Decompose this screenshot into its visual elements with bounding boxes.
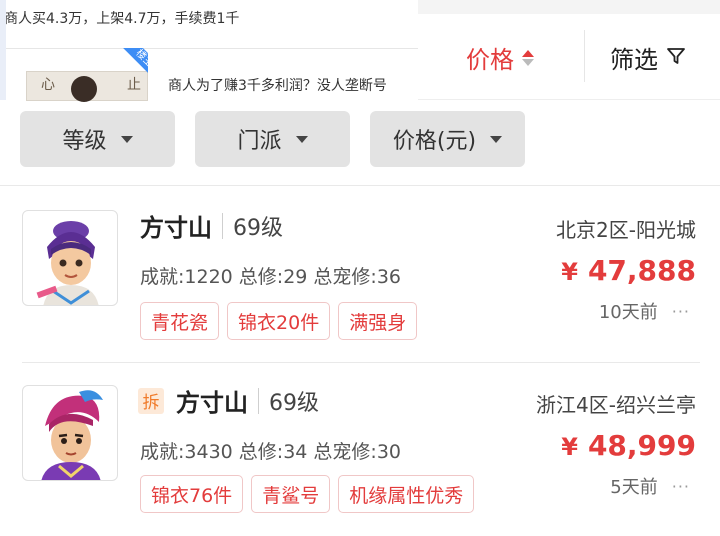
name-divider	[258, 387, 259, 414]
feature-tag: 青鲨号	[251, 475, 331, 513]
filter-price-dropdown[interactable]: 价格(元)	[370, 111, 525, 167]
listing-name-line: 方寸山 69级	[140, 208, 283, 243]
filter-price-label: 价格(元)	[392, 129, 477, 154]
popup-title[interactable]: 商人买4.3万，上架4.7万，手续费1千	[4, 8, 239, 28]
filter-button[interactable]: 筛选	[610, 40, 686, 75]
filter-label: 筛选	[610, 46, 658, 74]
tag-list: 锦衣76件 青鲨号 机缘属性优秀	[140, 475, 475, 513]
listing-price: ¥47,888	[561, 254, 696, 287]
more-dots-icon[interactable]: ···	[672, 302, 690, 321]
popup-card[interactable]: 心 止 商人为了赚3千多利润？没人垄断号	[0, 48, 418, 102]
op-ribbon-label: 楼主	[117, 48, 148, 86]
listed-time: 10天前	[598, 302, 658, 323]
split-badge: 拆	[138, 387, 164, 414]
listing-time: 10天前 ···	[599, 298, 690, 324]
character-stats: 成就:1220 总修:29 总宠修:36	[140, 266, 401, 288]
feature-tag: 满强身	[338, 302, 418, 340]
caret-down-icon	[490, 135, 503, 143]
filter-funnel-icon	[666, 44, 686, 72]
character-avatar[interactable]	[22, 210, 118, 306]
sort-arrows-icon	[522, 49, 534, 66]
sort-bar: 价格 筛选	[418, 14, 720, 100]
filter-level-dropdown[interactable]: 等级	[20, 111, 175, 167]
character-avatar[interactable]	[22, 385, 118, 481]
op-ribbon: 楼主	[106, 48, 148, 90]
filter-school-label: 门派	[237, 129, 282, 154]
feature-tag: 锦衣76件	[140, 475, 244, 513]
server-name: 北京2区-阳光城	[556, 218, 696, 242]
caret-down-icon	[120, 135, 133, 143]
sort-divider	[584, 30, 585, 82]
popup-overlay[interactable]: 商人买4.3万，上架4.7万，手续费1千 心 止 商人为了赚3千多利润？没人垄断…	[0, 0, 418, 102]
currency-symbol: ¥	[561, 433, 578, 461]
character-school: 方寸山	[140, 214, 212, 242]
feature-tag: 锦衣20件	[227, 302, 331, 340]
sort-by-price[interactable]: 价格	[466, 40, 534, 75]
character-stats: 成就:3430 总修:34 总宠修:30	[140, 441, 401, 463]
listing-price: ¥48,999	[561, 429, 696, 462]
listing-time: 5天前 ···	[610, 473, 690, 499]
filter-school-dropdown[interactable]: 门派	[195, 111, 350, 167]
caret-down-icon	[295, 135, 308, 143]
server-name: 浙江4区-绍兴兰亭	[536, 393, 696, 417]
character-level: 69级	[269, 390, 319, 416]
listing-item[interactable]: 拆 方寸山 69级 成就:3430 总修:34 总宠修:30 锦衣76件 青鲨号…	[0, 363, 720, 536]
more-dots-icon[interactable]: ···	[672, 477, 690, 496]
price-value: 47,888	[587, 254, 696, 287]
character-level: 69级	[233, 215, 283, 241]
feature-tag: 机缘属性优秀	[338, 475, 475, 513]
popup-post-title[interactable]: 商人为了赚3千多利润？没人垄断号	[168, 75, 387, 95]
top-strip	[418, 0, 720, 14]
filter-level-label: 等级	[62, 129, 107, 154]
sort-price-label: 价格	[466, 46, 514, 74]
listing-item[interactable]: 方寸山 69级 成就:1220 总修:29 总宠修:36 青花瓷 锦衣20件 满…	[0, 186, 720, 362]
popup-edge	[0, 0, 6, 100]
name-divider	[222, 212, 223, 239]
price-value: 48,999	[587, 429, 696, 462]
listing-name-line: 拆 方寸山 69级	[138, 383, 319, 418]
currency-symbol: ¥	[561, 258, 578, 286]
tag-list: 青花瓷 锦衣20件 满强身	[140, 302, 418, 340]
feature-tag: 青花瓷	[140, 302, 220, 340]
listed-time: 5天前	[610, 477, 658, 498]
thumb-char-1: 心	[41, 77, 55, 93]
thumb-face	[71, 76, 97, 102]
character-school: 方寸山	[176, 389, 248, 417]
